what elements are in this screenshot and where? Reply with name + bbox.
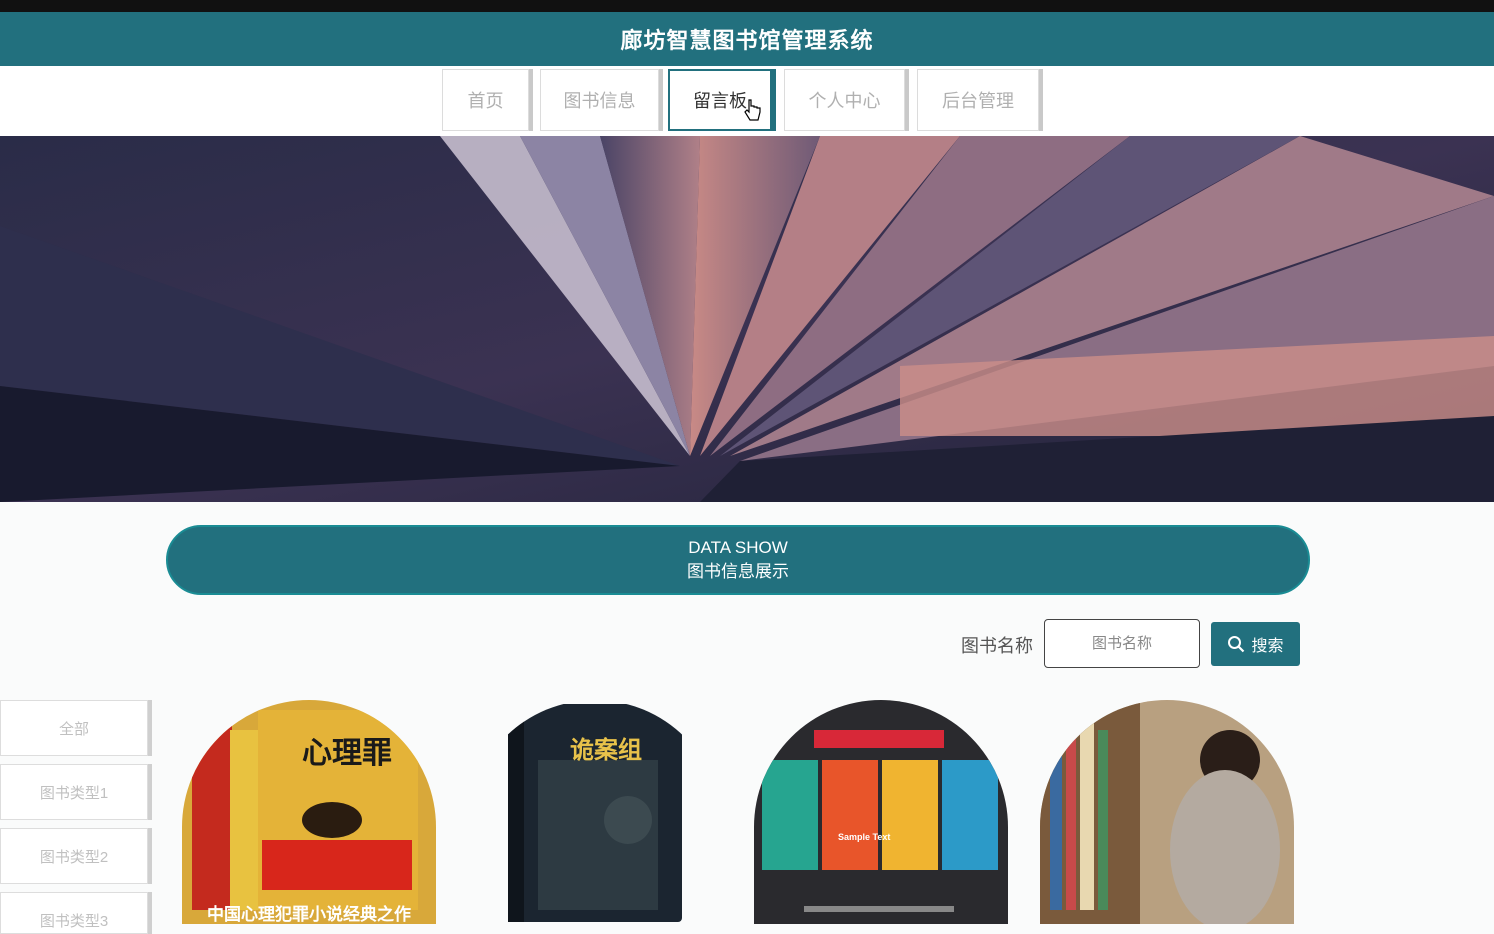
nav-book-info[interactable]: 图书信息 — [540, 69, 659, 131]
open-book-image — [0, 136, 1494, 502]
category-label: 图书类型3 — [39, 912, 109, 930]
category-type-1[interactable]: 图书类型1 — [0, 764, 148, 820]
section-title-cn: 图书信息展示 — [687, 562, 789, 581]
book-cover-title: 诡案组 — [570, 737, 642, 764]
app-title: 廊坊智慧图书馆管理系统 — [620, 28, 874, 53]
nav-book-info-label: 图书信息 — [563, 91, 636, 111]
book-card[interactable]: Sample Text — [754, 700, 1008, 924]
category-label: 全部 — [58, 720, 89, 738]
section-header: DATA SHOW 图书信息展示 — [166, 525, 1310, 595]
nav-admin-label: 后台管理 — [942, 91, 1014, 111]
top-strip — [0, 0, 1494, 12]
hero-banner — [0, 136, 1494, 502]
category-all[interactable]: 全部 — [0, 700, 148, 756]
category-type-2[interactable]: 图书类型2 — [0, 828, 148, 884]
nav-admin[interactable]: 后台管理 — [917, 69, 1039, 131]
search-input[interactable] — [1044, 619, 1200, 668]
nav-personal-center[interactable]: 个人中心 — [784, 69, 905, 131]
nav-home[interactable]: 首页 — [442, 69, 529, 131]
search-button[interactable]: 搜索 — [1211, 622, 1300, 666]
book-cover-image — [754, 700, 1008, 924]
book-card[interactable] — [1040, 700, 1294, 924]
book-cover-caption: 中国心理犯罪小说经典之作 — [207, 905, 411, 924]
search-label: 图书名称 — [961, 636, 1033, 656]
category-label: 图书类型2 — [39, 848, 109, 866]
nav-home-label: 首页 — [467, 91, 504, 111]
book-card[interactable]: 心理罪 中国心理犯罪小说经典之作 — [182, 700, 436, 924]
search-button-label: 搜索 — [1251, 638, 1284, 655]
nav-message-board-label: 留言板 — [693, 91, 747, 111]
book-cover-title: Sample Text — [838, 832, 891, 842]
nav-personal-center-label: 个人中心 — [808, 91, 881, 111]
book-card[interactable]: 诡案组 — [468, 700, 722, 924]
book-cover-title: 心理罪 — [302, 737, 392, 770]
app-title-bar: 廊坊智慧图书馆管理系统 — [0, 12, 1494, 66]
category-type-3[interactable]: 图书类型3 — [0, 892, 148, 934]
hand-cursor-icon — [744, 99, 761, 121]
category-label: 图书类型1 — [39, 784, 109, 802]
book-cover-image — [1040, 700, 1294, 924]
search-icon — [1228, 636, 1245, 653]
section-title-en: DATA SHOW — [688, 538, 788, 557]
